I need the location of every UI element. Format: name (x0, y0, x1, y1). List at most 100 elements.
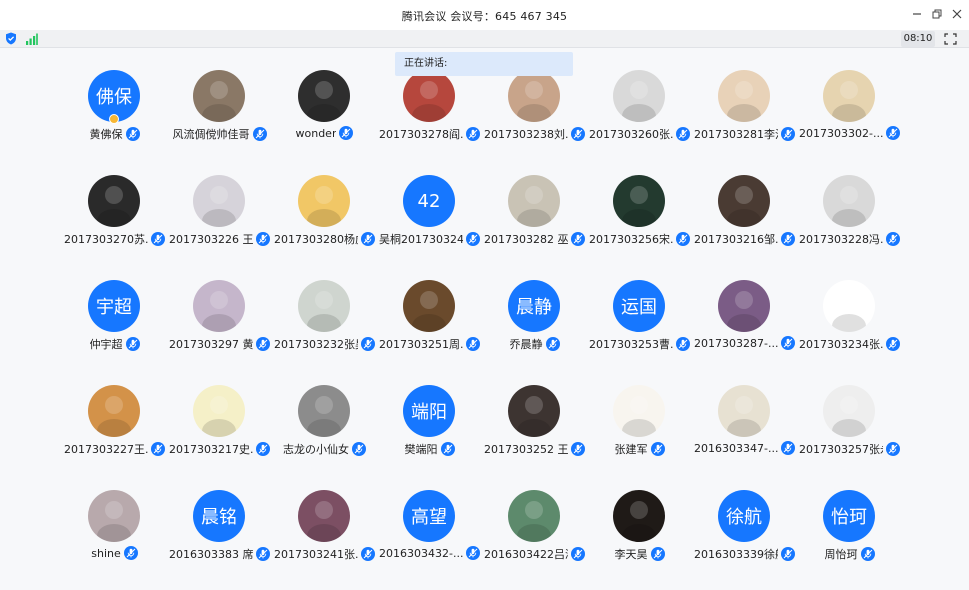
mic-icon[interactable] (466, 337, 480, 351)
participant-tile[interactable]: 2017303260张... (587, 70, 692, 170)
participant-tile[interactable]: 2017303280杨虎 (272, 175, 377, 275)
mic-icon[interactable] (361, 547, 375, 561)
participant-name-row: 2017303226 王... (167, 231, 272, 247)
participant-tile[interactable]: 2016303347-... (692, 385, 797, 485)
participant-name: 乔晨静 (509, 338, 543, 351)
avatar (193, 175, 245, 227)
mic-icon[interactable] (886, 126, 900, 140)
participant-name-row: 2016303339徐航 (692, 546, 797, 562)
mic-icon[interactable] (361, 232, 375, 246)
mic-icon[interactable] (676, 127, 690, 141)
mic-icon[interactable] (650, 442, 665, 456)
participant-tile[interactable]: wonder (272, 70, 377, 170)
participant-name-row: 2016303347-... (692, 441, 797, 455)
mic-icon[interactable] (571, 127, 585, 141)
mic-icon[interactable] (571, 232, 585, 246)
mic-icon[interactable] (466, 232, 480, 246)
participant-name: shine (91, 546, 121, 560)
participant-tile[interactable]: 2017303278阎... (377, 70, 482, 170)
mic-icon[interactable] (125, 337, 140, 351)
mic-icon[interactable] (123, 546, 138, 560)
mic-icon[interactable] (676, 232, 690, 246)
mic-icon[interactable] (361, 337, 375, 351)
participant-tile[interactable]: 宇超 仲宇超 (62, 280, 167, 380)
participant-tile[interactable]: 怡珂 周怡珂 (797, 490, 902, 590)
participant-tile[interactable]: 2017303256宋... (587, 175, 692, 275)
participant-name-row: 2017303287-... (692, 336, 797, 350)
mic-icon[interactable] (256, 547, 270, 561)
mic-icon[interactable] (256, 442, 270, 456)
mic-icon[interactable] (352, 442, 366, 456)
participant-tile[interactable]: shine (62, 490, 167, 590)
participant-tile[interactable]: 2017303281李治 (692, 70, 797, 170)
mic-icon[interactable] (440, 442, 455, 456)
mic-icon[interactable] (886, 337, 900, 351)
participant-tile[interactable]: 2017303227王... (62, 385, 167, 485)
mic-icon[interactable] (676, 337, 690, 351)
mic-icon[interactable] (339, 126, 354, 140)
participant-tile[interactable]: 42 吴桐2017303242 (377, 175, 482, 275)
mic-icon[interactable] (781, 441, 795, 455)
participant-tile[interactable]: 2017303234张... (797, 280, 902, 380)
participant-tile[interactable]: 2017303297 黄... (167, 280, 272, 380)
participant-tile[interactable]: 2017303287-... (692, 280, 797, 380)
mic-icon[interactable] (125, 127, 140, 141)
mic-icon[interactable] (466, 546, 480, 560)
participant-tile[interactable]: 2017303302-... (797, 70, 902, 170)
mic-icon[interactable] (886, 232, 900, 246)
participant-tile[interactable]: 志龙の小仙女 (272, 385, 377, 485)
mic-icon[interactable] (860, 547, 875, 561)
mic-icon[interactable] (256, 232, 270, 246)
participant-tile[interactable]: 2017303217史... (167, 385, 272, 485)
avatar (298, 280, 350, 332)
participant-name: 2017303228冯... (799, 233, 883, 246)
participant-tile[interactable]: 晨铭 2016303383 席... (167, 490, 272, 590)
participant-tile[interactable]: 2016303422吕洲 (482, 490, 587, 590)
mic-icon[interactable] (252, 127, 267, 141)
participant-tile[interactable]: 李天昊 (587, 490, 692, 590)
mic-icon[interactable] (151, 232, 165, 246)
participant-name: 周怡珂 (824, 548, 858, 561)
participant-grid: 佛保 黄佛保 风流倜傥帅佳哥 wonder 2017303278阎... 20173032… (0, 0, 969, 576)
mic-icon[interactable] (781, 547, 795, 561)
participant-tile[interactable]: 2017303251周... (377, 280, 482, 380)
participant-tile[interactable]: 风流倜傥帅佳哥 (167, 70, 272, 170)
participant-tile[interactable]: 2017303257张永江 (797, 385, 902, 485)
participant-tile[interactable]: 徐航 2016303339徐航 (692, 490, 797, 590)
avatar (193, 385, 245, 437)
mic-icon[interactable] (650, 547, 665, 561)
mic-icon[interactable] (151, 442, 165, 456)
participant-tile[interactable]: 2017303232张昊 (272, 280, 377, 380)
mic-icon[interactable] (781, 127, 795, 141)
participant-tile[interactable]: 高望 2016303432-... (377, 490, 482, 590)
participant-tile[interactable]: 晨静 乔晨静 (482, 280, 587, 380)
mic-icon[interactable] (886, 442, 900, 456)
participant-tile[interactable]: 2017303270苏... (62, 175, 167, 275)
avatar (823, 385, 875, 437)
participant-name: 2017303287-... (694, 336, 778, 350)
mic-icon[interactable] (781, 232, 795, 246)
mic-icon[interactable] (781, 336, 795, 350)
avatar: 徐航 (718, 490, 770, 542)
mic-icon[interactable] (256, 337, 270, 351)
participant-tile[interactable]: 2017303238刘... (482, 70, 587, 170)
participant-name: 吴桐2017303242 (379, 233, 463, 246)
participant-tile[interactable]: 2017303216邹... (692, 175, 797, 275)
participant-tile[interactable]: 佛保 黄佛保 (62, 70, 167, 170)
participant-tile[interactable]: 端阳 樊端阳 (377, 385, 482, 485)
participant-tile[interactable]: 张建军 (587, 385, 692, 485)
participant-tile[interactable]: 运国 2017303253曹... (587, 280, 692, 380)
participant-tile[interactable]: 2017303282 巫... (482, 175, 587, 275)
participant-name: 张建军 (614, 443, 648, 456)
participant-tile[interactable]: 2017303241张... (272, 490, 377, 590)
participant-tile[interactable]: 2017303228冯... (797, 175, 902, 275)
participant-tile[interactable]: 2017303226 王... (167, 175, 272, 275)
participant-name: 2016303383 席... (169, 548, 253, 561)
avatar (88, 385, 140, 437)
mic-icon[interactable] (571, 547, 585, 561)
participant-tile[interactable]: 2017303252 王... (482, 385, 587, 485)
participant-name: 2017303251周... (379, 338, 463, 351)
mic-icon[interactable] (466, 127, 480, 141)
mic-icon[interactable] (571, 442, 585, 456)
mic-icon[interactable] (545, 337, 560, 351)
